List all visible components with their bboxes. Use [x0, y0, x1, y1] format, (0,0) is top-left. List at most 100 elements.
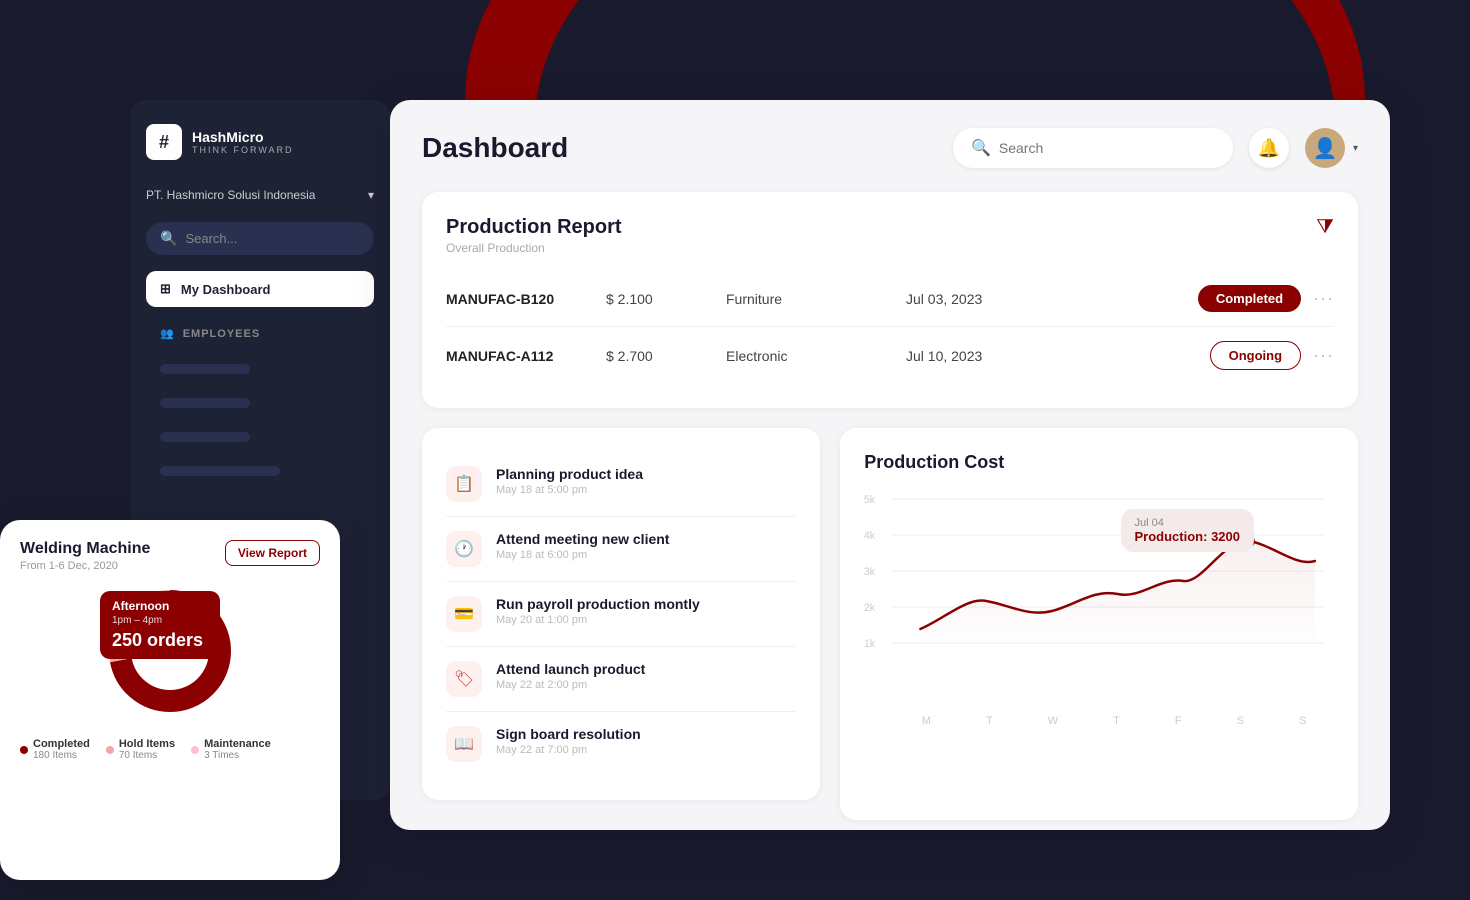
- line-chart-svg: 5k 4k 3k 2k 1k: [864, 489, 1334, 674]
- user-menu[interactable]: 👤 ▾: [1305, 128, 1358, 168]
- activity-item: 📋 Planning product idea May 18 at 5:00 p…: [446, 452, 796, 517]
- x-label-t1: T: [986, 715, 993, 727]
- ongoing-badge: Ongoing: [1210, 341, 1301, 370]
- employees-icon: 👥: [160, 327, 175, 340]
- row1-amount: $ 2.100: [606, 291, 726, 307]
- tooltip-time: 1pm – 4pm: [112, 615, 208, 626]
- chart-legend: Completed 180 Items Hold Items 70 Items …: [20, 738, 320, 761]
- welding-machine-card: Welding Machine From 1-6 Dec, 2020 View …: [0, 520, 340, 880]
- sidebar-section-employees: 👥 EMPLOYEES: [146, 323, 374, 344]
- filter-icon[interactable]: ⧩: [1316, 216, 1334, 239]
- header-actions: 🔍 🔔 👤 ▾: [953, 128, 1358, 168]
- search-input[interactable]: [999, 140, 1215, 156]
- notification-button[interactable]: 🔔: [1249, 128, 1289, 168]
- company-selector[interactable]: PT. Hashmicro Solusi Indonesia ▾: [146, 184, 374, 206]
- nav-placeholder-1: [160, 364, 250, 374]
- activity-title-4: Attend launch product: [496, 661, 645, 677]
- svg-text:5k: 5k: [864, 494, 876, 506]
- x-label-f: F: [1175, 715, 1182, 727]
- x-label-s1: S: [1237, 715, 1244, 727]
- company-chevron-icon[interactable]: ▾: [368, 188, 374, 202]
- row1-more-button[interactable]: ···: [1313, 288, 1334, 309]
- legend-label-hold: Hold Items: [119, 738, 175, 750]
- activity-title-1: Planning product idea: [496, 466, 643, 482]
- activity-date-2: May 18 at 6:00 pm: [496, 549, 669, 561]
- legend-dot-maintenance: [191, 746, 199, 754]
- activity-item: 🏷 Attend launch product May 22 at 2:00 p…: [446, 647, 796, 712]
- donut-tooltip: Afternoon 1pm – 4pm 250 orders: [100, 591, 220, 659]
- activity-list: 📋 Planning product idea May 18 at 5:00 p…: [446, 452, 796, 776]
- view-report-button[interactable]: View Report: [225, 540, 320, 566]
- legend-value-maintenance: 3 Times: [204, 750, 271, 761]
- x-label-t2: T: [1113, 715, 1120, 727]
- dashboard-header: Dashboard 🔍 🔔 👤 ▾: [422, 128, 1358, 168]
- employees-label: EMPLOYEES: [183, 328, 260, 340]
- logo-icon: #: [146, 124, 182, 160]
- main-dashboard: Dashboard 🔍 🔔 👤 ▾ Production Report Over…: [390, 100, 1390, 830]
- activity-icon-planning: 📋: [446, 466, 482, 502]
- legend-dot-completed: [20, 746, 28, 754]
- avatar[interactable]: 👤: [1305, 128, 1345, 168]
- row2-status-col: Ongoing ···: [1086, 341, 1334, 370]
- chart-tooltip-date: Jul 04: [1135, 517, 1240, 529]
- activity-title-5: Sign board resolution: [496, 726, 641, 742]
- chart-area-fill: [921, 541, 1316, 654]
- sidebar-item-label: My Dashboard: [181, 282, 271, 297]
- row1-code: MANUFAC-B120: [446, 291, 606, 307]
- table-row: MANUFAC-B120 $ 2.100 Furniture Jul 03, 2…: [446, 271, 1334, 327]
- row2-code: MANUFAC-A112: [446, 348, 606, 364]
- row1-date: Jul 03, 2023: [906, 291, 1086, 307]
- chart-x-labels: M T W T F S S: [864, 715, 1334, 727]
- x-label-w: W: [1048, 715, 1058, 727]
- legend-completed: Completed 180 Items: [20, 738, 90, 761]
- svg-text:2k: 2k: [864, 602, 876, 614]
- avatar-chevron-icon[interactable]: ▾: [1353, 143, 1358, 154]
- row1-status-col: Completed ···: [1086, 285, 1334, 312]
- production-cost-card: Production Cost Jul 04 Production: 3200: [840, 428, 1358, 820]
- sidebar-item-my-dashboard[interactable]: ⊞ My Dashboard: [146, 271, 374, 307]
- tooltip-period: Afternoon: [112, 599, 208, 613]
- bottom-grid: 📋 Planning product idea May 18 at 5:00 p…: [422, 428, 1358, 820]
- activity-icon-payroll: 💳: [446, 596, 482, 632]
- row2-category: Electronic: [726, 348, 906, 364]
- activity-date-3: May 20 at 1:00 pm: [496, 614, 700, 626]
- production-report-header: Production Report Overall Production ⧩: [446, 216, 1334, 255]
- legend-label-completed: Completed: [33, 738, 90, 750]
- page-title: Dashboard: [422, 132, 568, 164]
- chart-area: Jul 04 Production: 3200 5k 4: [864, 489, 1334, 709]
- activity-item: 🕐 Attend meeting new client May 18 at 6:…: [446, 517, 796, 582]
- svg-text:3k: 3k: [864, 566, 876, 578]
- tooltip-orders: 250 orders: [112, 630, 208, 651]
- logo-name: HashMicro: [192, 129, 294, 146]
- row2-more-button[interactable]: ···: [1313, 345, 1334, 366]
- activity-list-card: 📋 Planning product idea May 18 at 5:00 p…: [422, 428, 820, 800]
- donut-chart-container: Afternoon 1pm – 4pm 250 orders: [20, 576, 320, 726]
- sidebar-search-icon: 🔍: [160, 230, 177, 247]
- bell-icon: 🔔: [1258, 138, 1280, 159]
- x-label-m: M: [922, 715, 931, 727]
- avatar-image: 👤: [1313, 136, 1338, 161]
- row2-date: Jul 10, 2023: [906, 348, 1086, 364]
- activity-date-4: May 22 at 2:00 pm: [496, 679, 645, 691]
- nav-placeholder-3: [160, 432, 250, 442]
- x-label-s2: S: [1299, 715, 1306, 727]
- activity-item: 📖 Sign board resolution May 22 at 7:00 p…: [446, 712, 796, 776]
- legend-hold: Hold Items 70 Items: [106, 738, 175, 761]
- legend-maintenance: Maintenance 3 Times: [191, 738, 271, 761]
- production-report-subtitle: Overall Production: [446, 241, 622, 255]
- activity-icon-launch: 🏷: [446, 661, 482, 697]
- row1-category: Furniture: [726, 291, 906, 307]
- legend-value-completed: 180 Items: [33, 750, 90, 761]
- chart-title: Production Cost: [864, 452, 1334, 473]
- search-bar[interactable]: 🔍: [953, 128, 1233, 168]
- activity-item: 💳 Run payroll production montly May 20 a…: [446, 582, 796, 647]
- logo: # HashMicro THINK FORWARD: [146, 124, 374, 160]
- activity-title-3: Run payroll production montly: [496, 596, 700, 612]
- activity-title-2: Attend meeting new client: [496, 531, 669, 547]
- activity-date-5: May 22 at 7:00 pm: [496, 744, 641, 756]
- sidebar-search[interactable]: 🔍 Search...: [146, 222, 374, 255]
- nav-placeholder-4: [160, 466, 280, 476]
- legend-label-maintenance: Maintenance: [204, 738, 271, 750]
- company-name: PT. Hashmicro Solusi Indonesia: [146, 188, 315, 202]
- welding-card-header: Welding Machine From 1-6 Dec, 2020 View …: [20, 540, 320, 572]
